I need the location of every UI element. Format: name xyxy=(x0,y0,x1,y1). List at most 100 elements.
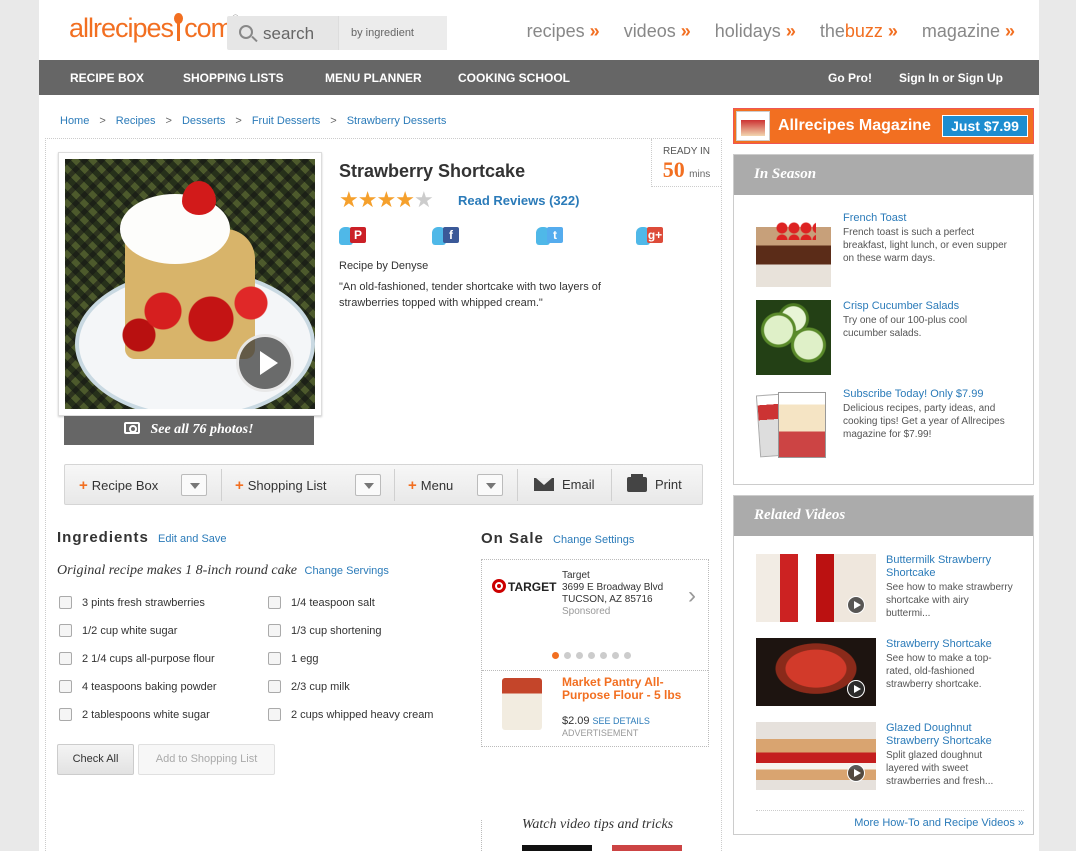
breadcrumb-fruit-desserts[interactable]: Fruit Desserts xyxy=(252,115,320,127)
see-details-link[interactable]: SEE DETAILS xyxy=(593,716,650,726)
rating-stars[interactable]: ★★★★★ xyxy=(339,187,434,213)
add-to-shopping-list-disabled-button[interactable]: Add to Shopping List xyxy=(138,744,275,775)
nav-magazine[interactable]: magazine » xyxy=(922,21,1015,42)
shopping-list-dropdown[interactable] xyxy=(355,474,381,496)
advertisement-label: ADVERTISEMENT xyxy=(562,728,639,738)
check-all-button[interactable]: Check All xyxy=(57,744,134,775)
share-facebook-button[interactable]: f xyxy=(432,225,462,247)
carousel-dot[interactable] xyxy=(624,652,631,659)
search-mode-toggle[interactable]: by ingredient xyxy=(338,16,447,50)
breadcrumb-desserts[interactable]: Desserts xyxy=(182,115,225,127)
magazine-ad-price-button[interactable]: Just $7.99 xyxy=(942,115,1028,137)
chevron-right-icon[interactable]: › xyxy=(688,582,696,610)
add-to-recipe-box-button[interactable]: + Recipe Box xyxy=(79,465,158,504)
nav-holidays[interactable]: holidays » xyxy=(715,21,796,42)
ingredient-checkbox[interactable] xyxy=(268,680,281,693)
ingredient-checkbox[interactable] xyxy=(268,596,281,609)
magazine-stack-thumbnail[interactable] xyxy=(756,388,831,463)
magazine-ad-banner[interactable]: Allrecipes Magazine Just $7.99 xyxy=(733,108,1034,144)
ingredient-checkbox[interactable] xyxy=(268,652,281,665)
ingredient-checkbox[interactable] xyxy=(59,624,72,637)
change-servings-link[interactable]: Change Servings xyxy=(305,565,389,577)
edit-and-save-link[interactable]: Edit and Save xyxy=(158,533,227,545)
see-all-photos-button[interactable]: See all 76 photos! xyxy=(64,416,314,445)
product-name[interactable]: Market Pantry All-Purpose Flour - 5 lbs xyxy=(562,676,682,702)
ingredient-checkbox[interactable] xyxy=(59,596,72,609)
ingredient-item[interactable]: 2 tablespoons white sugar xyxy=(59,708,210,721)
carousel-dot[interactable] xyxy=(552,652,559,659)
target-logo[interactable]: TARGET xyxy=(492,579,556,594)
carousel-dot[interactable] xyxy=(588,652,595,659)
recipe-photo[interactable] xyxy=(65,159,315,409)
ingredient-checkbox[interactable] xyxy=(59,652,72,665)
carousel-dot[interactable] xyxy=(612,652,619,659)
carousel-dots[interactable] xyxy=(552,652,631,659)
breadcrumb-recipes[interactable]: Recipes xyxy=(116,115,156,127)
ingredient-item[interactable]: 1/3 cup shortening xyxy=(268,624,382,637)
search-box[interactable]: search by ingredient xyxy=(227,16,447,50)
navbar-cooking-school[interactable]: COOKING SCHOOL xyxy=(458,71,570,85)
carousel-dot[interactable] xyxy=(600,652,607,659)
ingredient-item[interactable]: 1/4 teaspoon salt xyxy=(268,596,375,609)
navbar-sign-in[interactable]: Sign In or Sign Up xyxy=(899,71,1003,85)
more-videos-link[interactable]: More How-To and Recipe Videos » xyxy=(734,817,1024,829)
ingredient-item[interactable]: 2 1/4 cups all-purpose flour xyxy=(59,652,215,665)
menu-dropdown[interactable] xyxy=(477,474,503,496)
french-toast-thumbnail[interactable] xyxy=(756,212,831,287)
in-season-title[interactable]: Crisp Cucumber Salads xyxy=(843,300,1013,313)
video-thumbnail[interactable] xyxy=(612,845,682,851)
ingredient-checkbox[interactable] xyxy=(59,680,72,693)
ingredient-item[interactable]: 2 cups whipped heavy cream xyxy=(268,708,433,721)
nav-recipes[interactable]: recipes » xyxy=(527,21,600,42)
carousel-dot[interactable] xyxy=(576,652,583,659)
share-pinterest-button[interactable]: P xyxy=(339,225,369,247)
in-season-title[interactable]: Subscribe Today! Only $7.99 xyxy=(843,388,1013,401)
breadcrumb-home[interactable]: Home xyxy=(60,115,89,127)
navbar-menu-planner[interactable]: MENU PLANNER xyxy=(325,71,422,85)
related-video-title[interactable]: Strawberry Shortcake xyxy=(886,638,1016,651)
product-image[interactable] xyxy=(502,678,542,730)
navbar-recipe-box[interactable]: RECIPE BOX xyxy=(70,71,144,85)
play-video-icon[interactable] xyxy=(236,334,294,392)
ingredient-item[interactable]: 1/2 cup white sugar xyxy=(59,624,177,637)
magazine-cover-icon xyxy=(736,111,770,141)
star-icon: ★ xyxy=(376,187,396,212)
ingredient-checkbox[interactable] xyxy=(268,624,281,637)
nav-videos[interactable]: videos » xyxy=(624,21,691,42)
share-twitter-button[interactable]: t xyxy=(536,225,566,247)
on-sale-heading: On Sale Change Settings xyxy=(481,530,635,547)
product-price: $2.09 SEE DETAILS xyxy=(562,715,650,727)
add-to-shopping-list-button[interactable]: + Shopping List xyxy=(235,465,327,504)
navbar-go-pro[interactable]: Go Pro! xyxy=(828,71,872,85)
cucumber-salad-thumbnail[interactable] xyxy=(756,300,831,375)
related-video-title[interactable]: Buttermilk Strawberry Shortcake xyxy=(886,554,1016,580)
ingredient-checkbox[interactable] xyxy=(59,708,72,721)
video-thumbnail[interactable] xyxy=(522,845,592,851)
video-thumbnail[interactable] xyxy=(756,554,876,622)
share-google-plus-button[interactable]: g+ xyxy=(636,225,666,247)
video-thumbnail[interactable] xyxy=(756,638,876,706)
in-season-title[interactable]: French Toast xyxy=(843,212,1013,225)
spoon-icon xyxy=(174,13,184,41)
ingredient-item[interactable]: 2/3 cup milk xyxy=(268,680,350,693)
email-button[interactable]: Email xyxy=(534,465,595,504)
ingredient-checkbox[interactable] xyxy=(268,708,281,721)
breadcrumb-strawberry-desserts[interactable]: Strawberry Desserts xyxy=(347,115,447,127)
carousel-dot[interactable] xyxy=(564,652,571,659)
print-button[interactable]: Print xyxy=(627,465,682,504)
navbar-shopping-lists[interactable]: SHOPPING LISTS xyxy=(183,71,284,85)
add-to-menu-button[interactable]: + Menu xyxy=(408,465,453,504)
recipe-box-dropdown[interactable] xyxy=(181,474,207,496)
recipe-photo-frame[interactable] xyxy=(58,152,322,416)
related-video-title[interactable]: Glazed Doughnut Strawberry Shortcake xyxy=(886,722,1016,748)
ingredient-item[interactable]: 3 pints fresh strawberries xyxy=(59,596,205,609)
ingredient-item[interactable]: 1 egg xyxy=(268,652,319,665)
nav-thebuzz[interactable]: thebuzz » xyxy=(820,21,898,42)
ingredient-item[interactable]: 4 teaspoons baking powder xyxy=(59,680,217,693)
pinterest-icon: P xyxy=(350,227,366,243)
search-input[interactable]: search xyxy=(263,24,314,44)
site-logo[interactable]: allrecipescom® xyxy=(69,13,239,44)
video-thumbnail[interactable] xyxy=(756,722,876,790)
read-reviews-link[interactable]: Read Reviews (322) xyxy=(458,193,579,208)
change-settings-link[interactable]: Change Settings xyxy=(553,534,634,546)
